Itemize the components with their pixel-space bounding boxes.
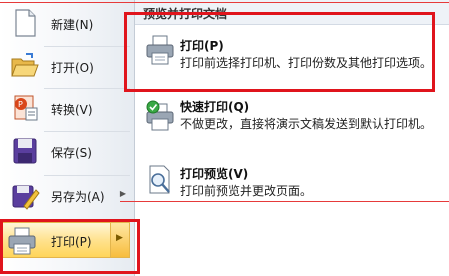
annotation-line bbox=[0, 2, 449, 3]
open-folder-icon bbox=[11, 53, 39, 77]
menu-item-new-label: 新建(N) bbox=[51, 18, 94, 32]
option-print-preview-title: 打印预览(V) bbox=[180, 167, 249, 181]
menu-item-save-as-label: 另存为(A) bbox=[51, 190, 105, 204]
option-print-preview-desc: 打印前预览并更改页面。 bbox=[180, 184, 313, 198]
highlight-box-print-option bbox=[124, 12, 435, 92]
menu-item-save[interactable]: 保存(S) bbox=[6, 132, 132, 172]
submenu-option-quick-print[interactable]: 快速打印(Q) 不做更改，直接将演示文稿发送到默认打印机。 bbox=[135, 94, 449, 158]
menu-item-open[interactable]: 打开(O) bbox=[6, 47, 132, 87]
quick-print-icon bbox=[146, 100, 174, 131]
svg-text:P: P bbox=[18, 100, 23, 109]
save-disk-icon bbox=[13, 138, 37, 164]
menu-item-convert-label: 转换(V) bbox=[51, 103, 93, 117]
convert-icon: P bbox=[14, 95, 38, 121]
highlight-box-print-menu bbox=[0, 219, 140, 274]
menu-item-save-as[interactable]: 另存为(A) ▶ bbox=[6, 176, 132, 216]
option-quick-print-title: 快速打印(Q) bbox=[180, 100, 250, 114]
annotation-line bbox=[120, 201, 449, 202]
menu-item-convert[interactable]: P 转换(V) bbox=[6, 89, 132, 129]
menu-item-new[interactable]: 新建(N) bbox=[6, 4, 132, 44]
save-as-icon bbox=[12, 185, 40, 210]
option-quick-print-desc: 不做更改，直接将演示文稿发送到默认打印机。 bbox=[180, 117, 433, 131]
menu-item-open-label: 打开(O) bbox=[51, 61, 94, 75]
new-document-icon bbox=[15, 9, 36, 37]
menu-item-save-label: 保存(S) bbox=[51, 146, 92, 160]
print-preview-icon bbox=[149, 165, 170, 194]
submenu-arrow-icon: ▶ bbox=[119, 189, 126, 198]
